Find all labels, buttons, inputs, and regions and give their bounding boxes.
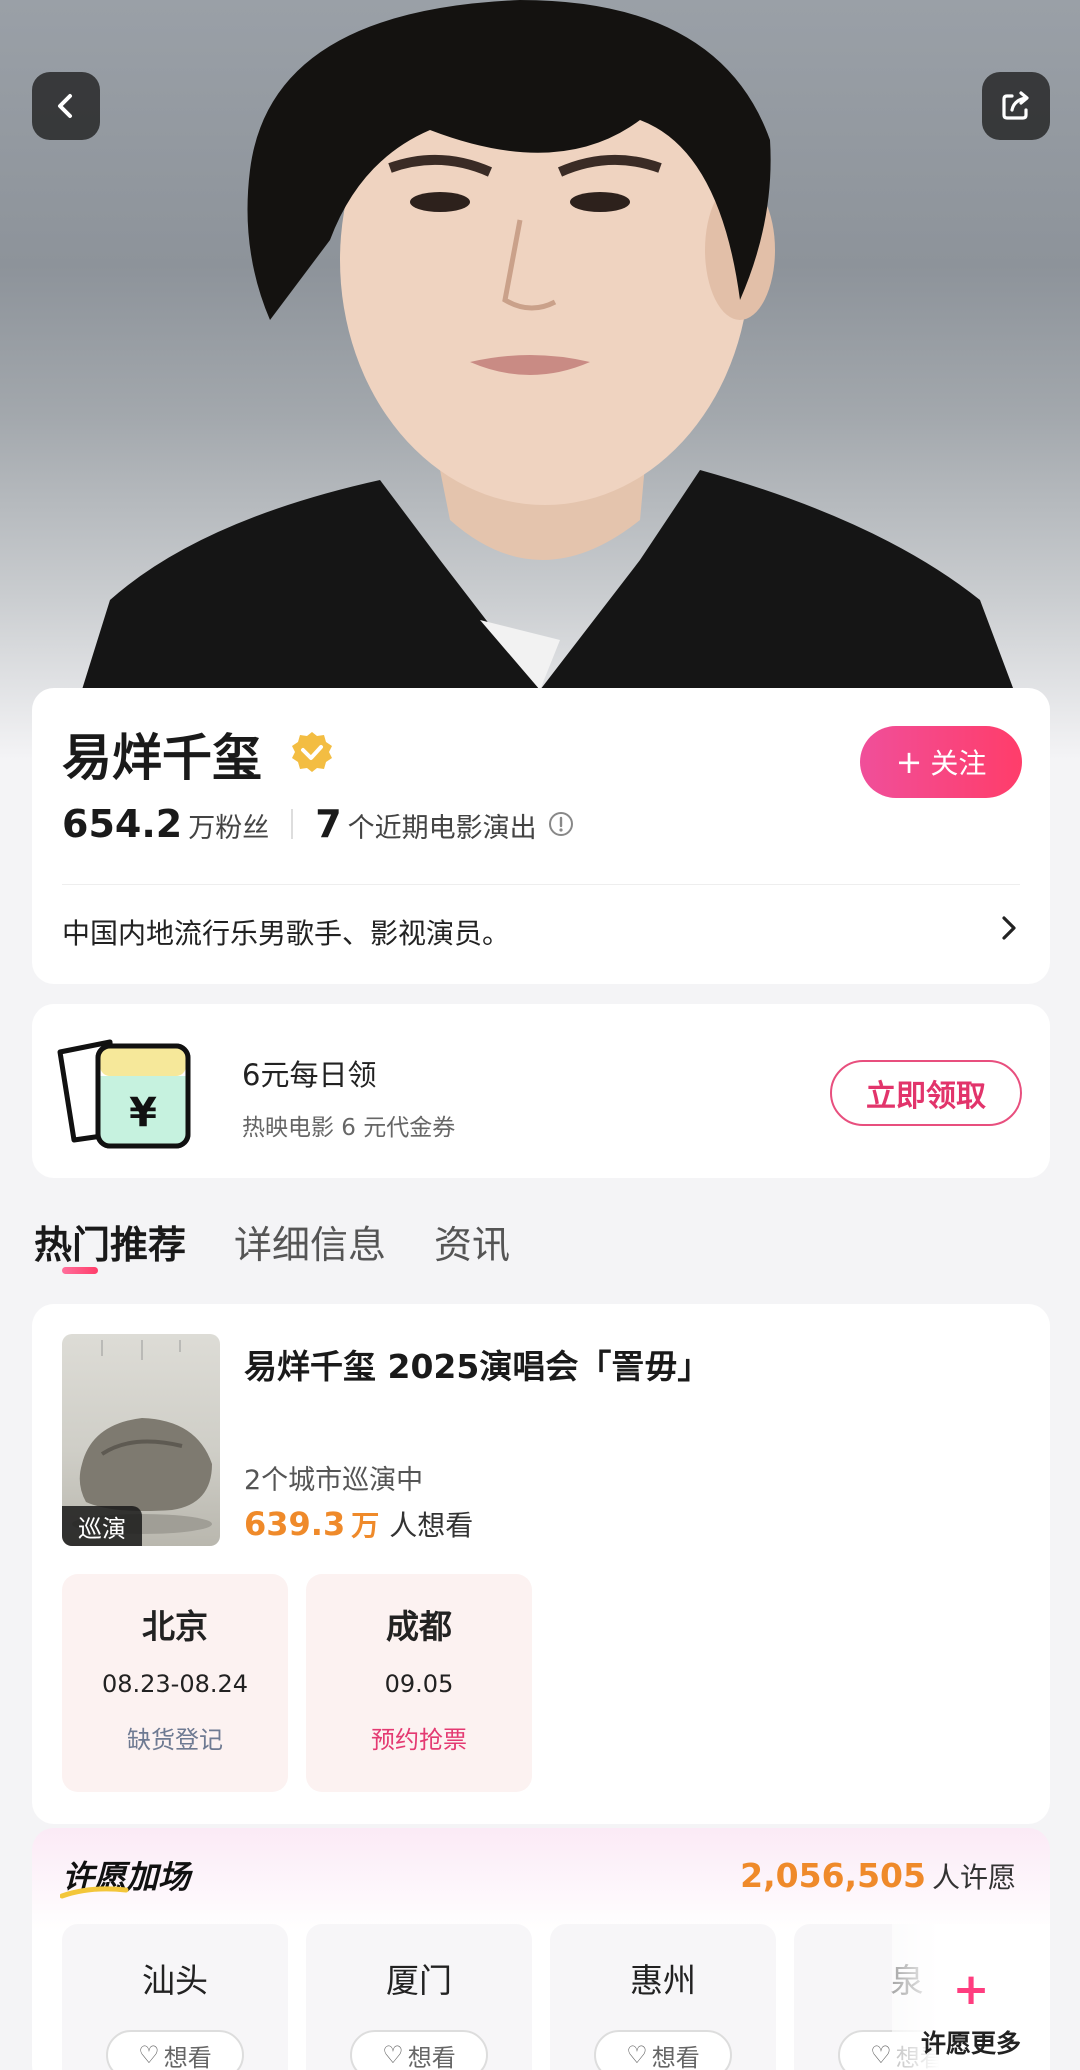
- show-status[interactable]: 预约抢票: [306, 1720, 532, 1755]
- follow-button[interactable]: + 关注: [860, 726, 1022, 798]
- want-count-label: 人想看: [389, 1509, 474, 1542]
- fans-unit: 万粉丝: [188, 813, 270, 844]
- stats-divider: [291, 809, 294, 839]
- want-label: 想看: [651, 2043, 700, 2070]
- heart-plus-icon: ♡: [382, 2041, 404, 2069]
- city-name: 北京: [142, 1607, 208, 1646]
- city-name: 成都: [386, 1607, 452, 1646]
- want-label: 想看: [407, 2043, 456, 2070]
- show-status[interactable]: 缺货登记: [62, 1720, 288, 1755]
- coupon-title: 6元每日领: [242, 1058, 377, 1092]
- shows-unit: 个近期电影演出: [347, 813, 537, 844]
- wish-city-tile[interactable]: 厦门 ♡ 想看: [306, 1924, 532, 2070]
- wish-city-tile[interactable]: 惠州 ♡ 想看: [550, 1924, 776, 2070]
- divider: [62, 884, 1020, 885]
- artist-bio[interactable]: 中国内地流行乐男歌手、影视演员。: [62, 912, 510, 952]
- shows-count: 7: [315, 802, 342, 846]
- yen-symbol: ¥: [129, 1090, 157, 1136]
- title-swoosh-icon: [60, 1886, 129, 1899]
- chevron-left-icon: [58, 94, 72, 118]
- coupon-cup-icon: ¥: [57, 1039, 191, 1149]
- heart-plus-icon: ♡: [870, 2041, 892, 2069]
- show-date: 09.05: [384, 1670, 454, 1698]
- plus-icon: +: [895, 743, 923, 781]
- wish-count-unit: 人许愿: [931, 1861, 1016, 1894]
- active-tab-indicator: [62, 1267, 98, 1274]
- back-button[interactable]: [32, 72, 100, 140]
- wish-city-name: 惠州: [630, 1961, 696, 2000]
- share-icon: [1002, 91, 1029, 120]
- fans-count: 654.2: [62, 802, 183, 846]
- wish-city-name: 厦门: [386, 1961, 452, 2000]
- verified-badge-icon: [292, 732, 332, 772]
- want-to-see-button[interactable]: ♡ 想看: [594, 2030, 732, 2070]
- city-show-tile[interactable]: 成都 09.05 预约抢票: [306, 1574, 532, 1792]
- want-count-unit: 万: [351, 1509, 380, 1542]
- claim-coupon-button[interactable]: 立即领取: [830, 1060, 1022, 1126]
- content-tabs: 热门推荐 详细信息 资讯: [34, 1214, 510, 1269]
- want-count: 639.3 万 人想看: [244, 1504, 473, 1544]
- want-to-see-button[interactable]: ♡ 想看: [350, 2030, 488, 2070]
- want-label: 想看: [163, 2043, 212, 2070]
- wish-count-number: 2,056,505: [740, 1856, 926, 1895]
- show-date: 08.23-08.24: [101, 1670, 249, 1698]
- wish-city-tile[interactable]: 汕头 ♡ 想看: [62, 1924, 288, 2070]
- tab-detail-info[interactable]: 详细信息: [234, 1214, 386, 1269]
- chevron-right-icon[interactable]: [994, 910, 1024, 946]
- wish-more-label: 许愿更多: [920, 2029, 1021, 2058]
- concert-card[interactable]: 巡演 易烊千玺 2025演唱会「詈毋」 2个城市巡演中 639.3 万 人想看 …: [32, 1304, 1050, 1824]
- concert-poster[interactable]: 巡演: [62, 1334, 220, 1546]
- share-button[interactable]: [982, 72, 1050, 140]
- coupon-subtitle: 热映电影 6 元代金券: [242, 1115, 456, 1141]
- info-icon[interactable]: [547, 810, 575, 838]
- wish-more-button[interactable]: + 许愿更多: [892, 1924, 1050, 2070]
- wish-extra-show-card: 许愿加场 2,056,505 人许愿 汕头 ♡ 想看 厦门 ♡ 想看 惠州 ♡ …: [32, 1828, 1050, 2070]
- tour-tag: 巡演: [62, 1506, 142, 1546]
- heart-plus-icon: ♡: [626, 2041, 648, 2069]
- artist-hero-photo: [0, 0, 1080, 760]
- want-count-number: 639.3: [244, 1505, 346, 1543]
- wish-city-name: 汕头: [142, 1961, 208, 2000]
- coupon-card: ¥ 6元每日领 热映电影 6 元代金券 立即领取: [32, 1004, 1050, 1178]
- artist-name: 易烊千玺: [62, 729, 262, 787]
- wish-count: 2,056,505 人许愿: [740, 1856, 1016, 1896]
- heart-plus-icon: ♡: [138, 2041, 160, 2069]
- follow-label: 关注: [930, 747, 987, 780]
- profile-card: 易烊千玺 + 关注 654.2 万粉丝 7 个近期电影演出 中国内地流行乐男歌手…: [32, 688, 1050, 984]
- tab-hot-recommend[interactable]: 热门推荐: [34, 1214, 186, 1269]
- city-show-tile[interactable]: 北京 08.23-08.24 缺货登记: [62, 1574, 288, 1792]
- tab-news[interactable]: 资讯: [434, 1214, 510, 1269]
- want-to-see-button[interactable]: ♡ 想看: [106, 2030, 244, 2070]
- concert-title[interactable]: 易烊千玺 2025演唱会「詈毋」: [244, 1340, 710, 1388]
- profile-stats: 654.2 万粉丝 7 个近期电影演出: [62, 802, 575, 846]
- plus-icon: +: [952, 1964, 990, 2015]
- artist-portrait-image: [60, 0, 1040, 760]
- tour-cities-text: 2个城市巡演中: [244, 1465, 424, 1496]
